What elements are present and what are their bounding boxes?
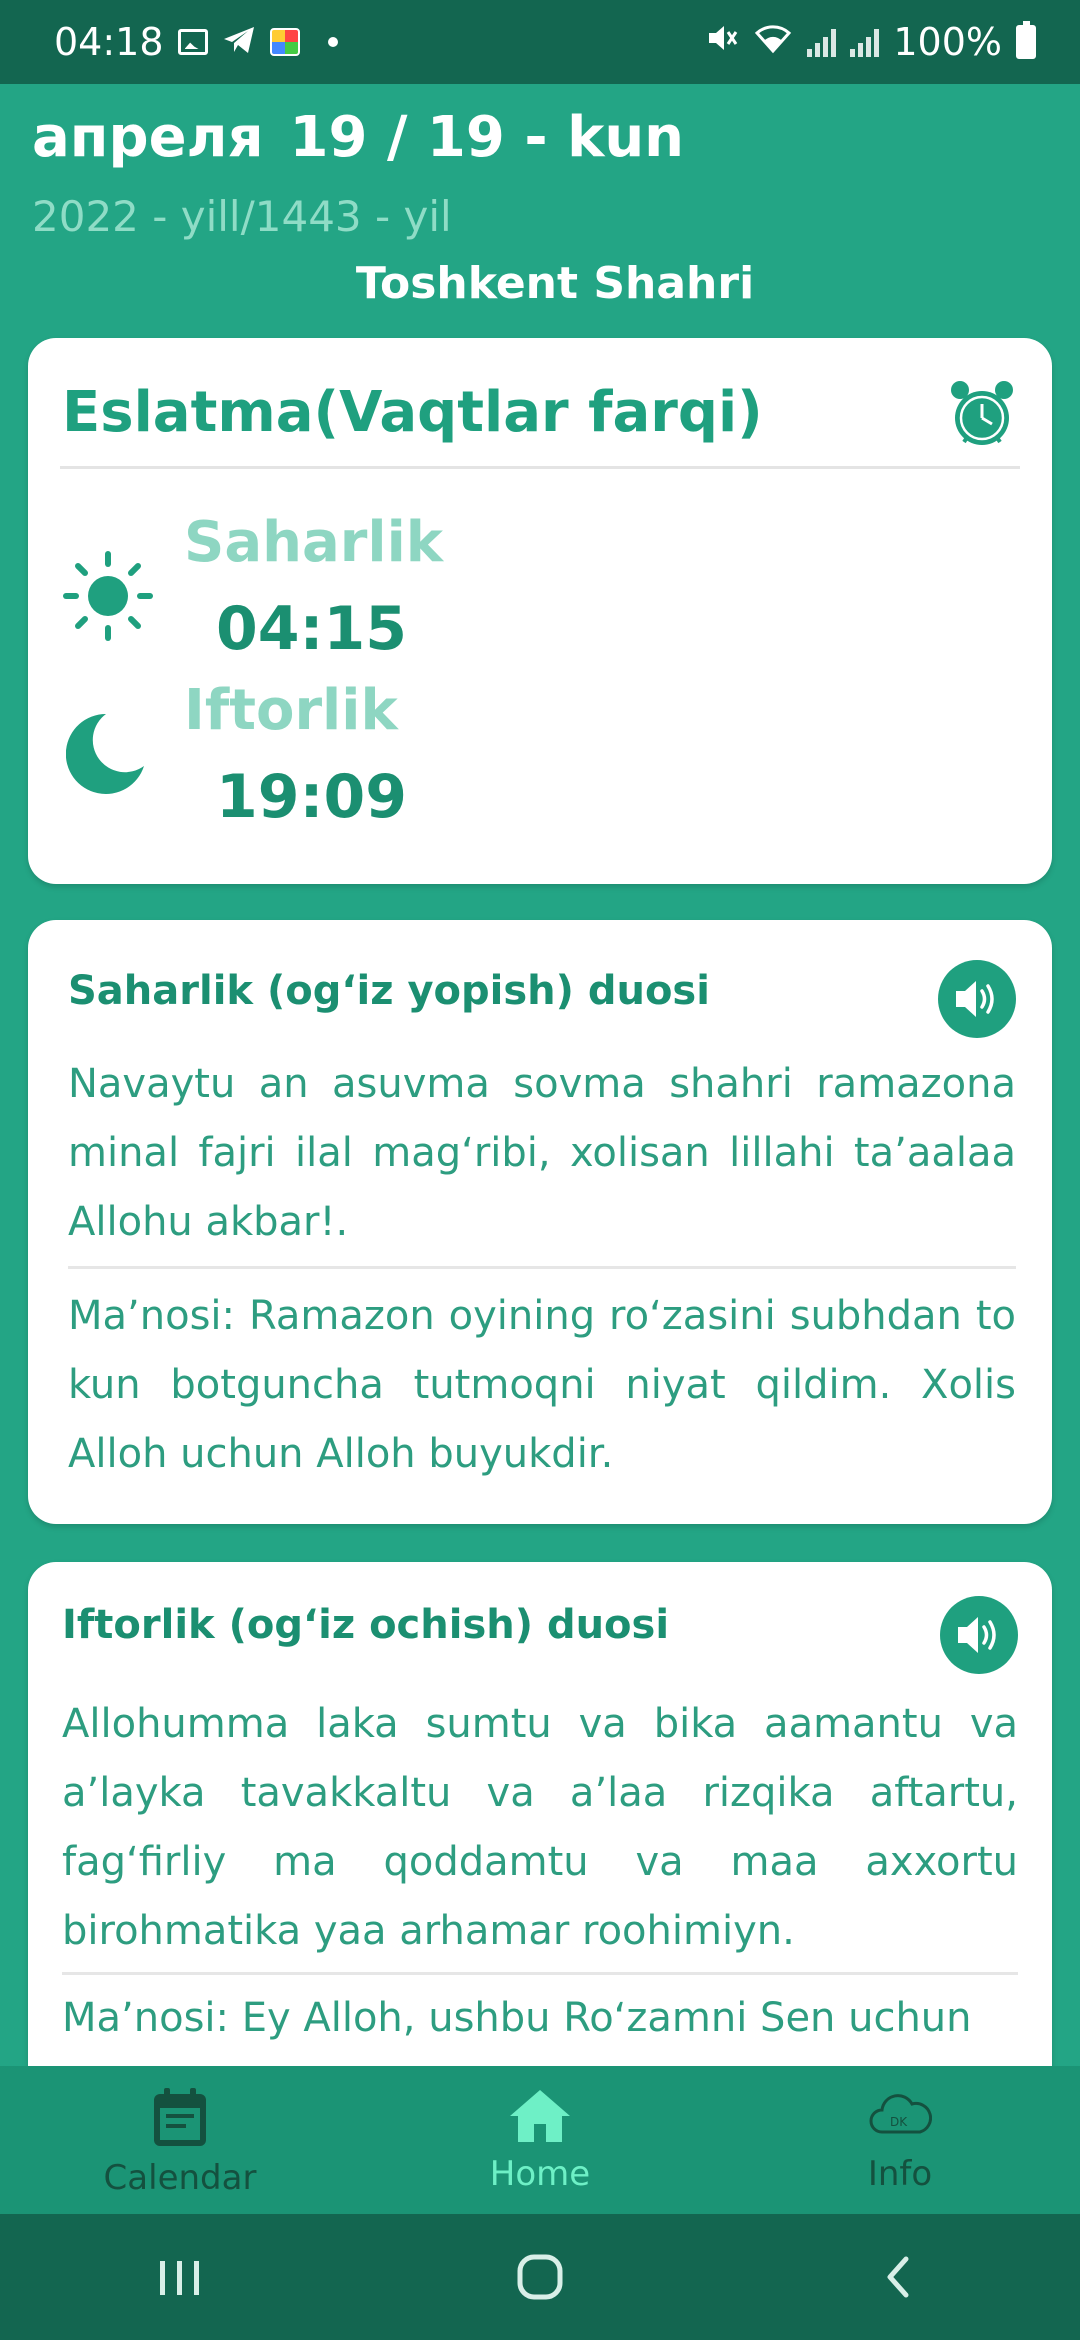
saharlik-time: 04:15 bbox=[216, 594, 407, 664]
saharlik-duo-card: Saharlik (og‘iz yopish) duosi Navaytu an… bbox=[28, 920, 1052, 1524]
iftorlik-duo-divider bbox=[62, 1972, 1018, 1975]
iftorlik-duo-meaning: Ma’nosi: Ey Alloh, ushbu Ro‘zamni Sen uc… bbox=[62, 1995, 972, 2041]
day-count: 19 / 19 - kun bbox=[289, 105, 685, 170]
calendar-icon bbox=[154, 2088, 206, 2146]
iftorlik-time: 19:09 bbox=[216, 762, 407, 832]
reminder-divider bbox=[60, 466, 1020, 469]
status-bar: 04:18 100% bbox=[0, 0, 1080, 84]
month-name: апреля bbox=[32, 105, 264, 170]
home-button[interactable] bbox=[500, 2237, 580, 2317]
saharlik-duo-divider bbox=[68, 1266, 1016, 1269]
date-heading: апреля 19 / 19 - kun bbox=[32, 105, 684, 170]
speaker-icon[interactable] bbox=[940, 1596, 1018, 1674]
status-time: 04:18 bbox=[54, 20, 164, 64]
system-nav-bar bbox=[0, 2214, 1080, 2340]
iftorlik-duo-text: Allohumma laka sumtu va bika aamantu va … bbox=[62, 1701, 1018, 1954]
year-line: 2022 - yill/1443 - yil bbox=[32, 192, 452, 241]
saharlik-duo-meaning: Ma’nosi: Ramazon oyining ro‘zasini subhd… bbox=[68, 1293, 1016, 1477]
bottom-nav: Calendar Home DK Info bbox=[0, 2066, 1080, 2214]
reminder-card: Eslatma(Vaqtlar farqi) Saharlik 04:15 If… bbox=[28, 338, 1052, 884]
nav-item-home[interactable]: Home bbox=[360, 2066, 720, 2214]
iftorlik-duo-title: Iftorlik (og‘iz ochish) duosi bbox=[62, 1602, 670, 1648]
signal-icon bbox=[807, 27, 837, 57]
saharlik-duo-title: Saharlik (og‘iz yopish) duosi bbox=[68, 968, 710, 1014]
gallery-icon bbox=[177, 29, 208, 55]
speaker-icon[interactable] bbox=[938, 960, 1016, 1038]
nav-item-info[interactable]: DK Info bbox=[720, 2066, 1080, 2214]
battery-icon bbox=[1016, 21, 1036, 59]
telegram-icon bbox=[222, 20, 256, 64]
nav-label-calendar: Calendar bbox=[103, 2158, 257, 2198]
nav-item-calendar[interactable]: Calendar bbox=[0, 2066, 360, 2214]
back-button[interactable] bbox=[860, 2237, 940, 2317]
alarm-clock-icon[interactable] bbox=[946, 378, 1018, 450]
city-name: Toshkent Shahri bbox=[355, 258, 755, 309]
battery-percent: 100% bbox=[893, 20, 1002, 64]
reminder-title: Eslatma(Vaqtlar farqi) bbox=[62, 380, 763, 445]
moon-icon bbox=[65, 708, 146, 798]
sun-icon bbox=[62, 550, 154, 642]
recent-apps-button[interactable] bbox=[140, 2237, 220, 2317]
nav-label-home: Home bbox=[489, 2154, 591, 2194]
iftorlik-label: Iftorlik bbox=[184, 678, 398, 743]
saharlik-label: Saharlik bbox=[184, 510, 444, 575]
signal-icon-2 bbox=[850, 27, 880, 57]
app-screen: 04:18 100% апреля 19 / 19 - kun 2022 - y… bbox=[0, 0, 1080, 2340]
notification-dot-icon bbox=[327, 37, 338, 47]
svg-text:DK: DK bbox=[890, 2115, 908, 2129]
nav-label-info: Info bbox=[867, 2154, 933, 2194]
home-icon bbox=[510, 2090, 570, 2142]
wifi-icon bbox=[753, 20, 793, 64]
mute-icon bbox=[705, 20, 739, 64]
saharlik-duo-text: Navaytu an asuvma sovma shahri ramazona … bbox=[68, 1061, 1016, 1245]
cloud-icon: DK bbox=[869, 2094, 932, 2134]
chat-app-icon bbox=[269, 28, 300, 56]
